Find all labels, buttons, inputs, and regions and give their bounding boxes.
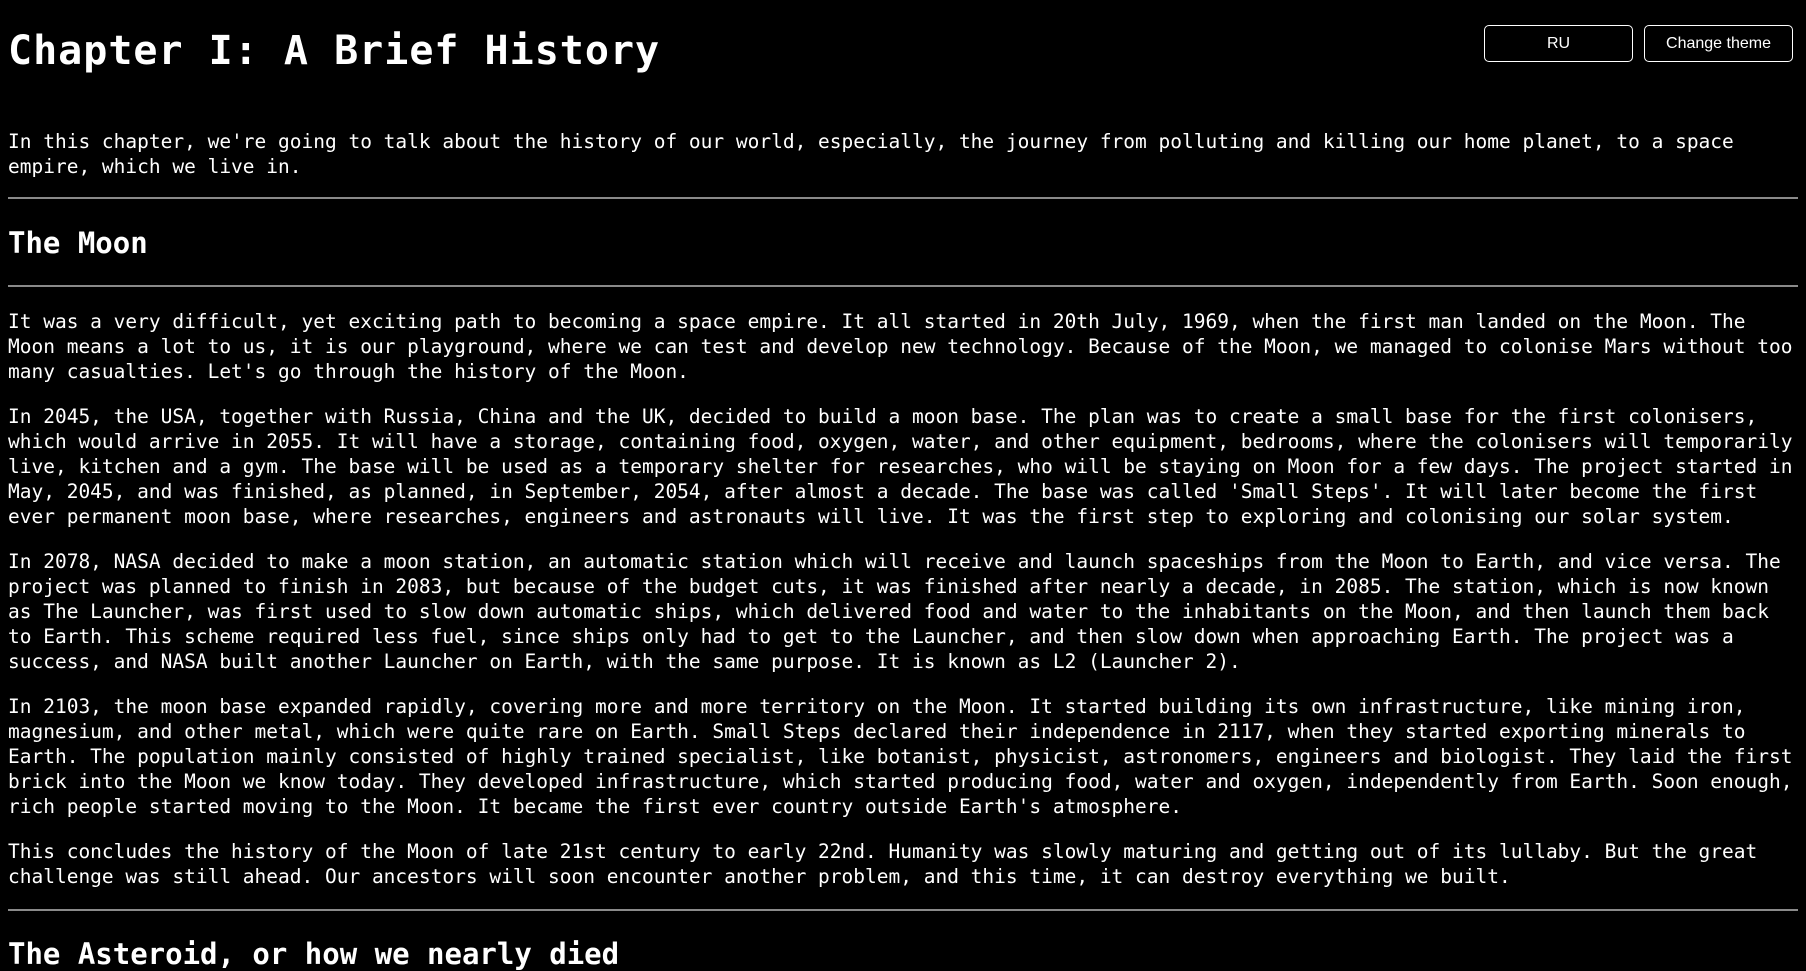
divider [8,909,1798,911]
language-button[interactable]: RU [1484,25,1633,62]
divider [8,285,1798,287]
header-toolbar: RU Change theme [1484,25,1793,62]
section-title-asteroid: The Asteroid, or how we nearly died [8,937,620,971]
moon-paragraph: In 2078, NASA decided to make a moon sta… [8,550,1781,673]
intro-paragraph: In this chapter, we're going to talk abo… [8,130,1734,178]
moon-paragraph: It was a very difficult, yet exciting pa… [8,310,1793,383]
moon-paragraph: This concludes the history of the Moon o… [8,840,1758,888]
moon-paragraph: In 2045, the USA, together with Russia, … [8,405,1793,528]
divider [8,197,1798,199]
change-theme-button[interactable]: Change theme [1644,25,1793,62]
section-title-moon: The Moon [8,226,148,260]
moon-paragraph: In 2103, the moon base expanded rapidly,… [8,695,1793,818]
page-content: Chapter I: A Brief History In this chapt… [0,0,1806,971]
